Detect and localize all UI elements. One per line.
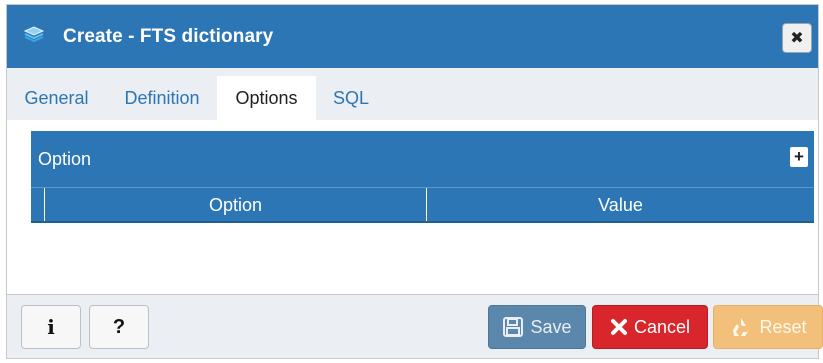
cancel-button[interactable]: Cancel [592, 305, 708, 349]
cancel-icon [610, 318, 628, 336]
recycle-icon [729, 316, 753, 338]
tab-general[interactable]: General [7, 76, 106, 120]
create-fts-dictionary-dialog: Create - FTS dictionary ✖ General Defini… [6, 4, 823, 359]
options-grid-header: Option Value [31, 187, 814, 223]
fts-dictionary-icon [23, 25, 45, 43]
tab-definition[interactable]: Definition [112, 76, 212, 120]
cancel-label: Cancel [633, 316, 691, 337]
column-header-option[interactable]: Option [45, 188, 427, 221]
close-icon: ✖ [790, 30, 804, 47]
info-icon: i [47, 315, 55, 339]
dialog-footer: i ? Save Cancel Reset [7, 294, 823, 358]
column-header-value[interactable]: Value [427, 188, 814, 221]
tab-sql[interactable]: SQL [316, 76, 386, 120]
options-panel-title: Option [38, 149, 92, 169]
dialog-titlebar[interactable]: Create - FTS dictionary ✖ [7, 5, 818, 68]
reset-label: Reset [759, 316, 807, 337]
help-icon: ? [112, 315, 126, 338]
add-row-button[interactable]: + [790, 147, 808, 167]
tab-options[interactable]: Options [217, 76, 316, 120]
dialog-title: Create - FTS dictionary [63, 26, 274, 47]
save-label: Save [530, 316, 572, 337]
reset-button[interactable]: Reset [713, 305, 823, 349]
save-icon [502, 316, 524, 338]
save-button[interactable]: Save [488, 305, 586, 349]
add-icon: + [794, 147, 804, 166]
help-button[interactable]: ? [89, 305, 149, 349]
options-panel-header: Option + [31, 131, 814, 187]
info-button[interactable]: i [21, 305, 81, 349]
tab-bar: General Definition Options SQL [7, 68, 818, 120]
close-button[interactable]: ✖ [782, 23, 812, 53]
row-select-column [31, 188, 45, 221]
